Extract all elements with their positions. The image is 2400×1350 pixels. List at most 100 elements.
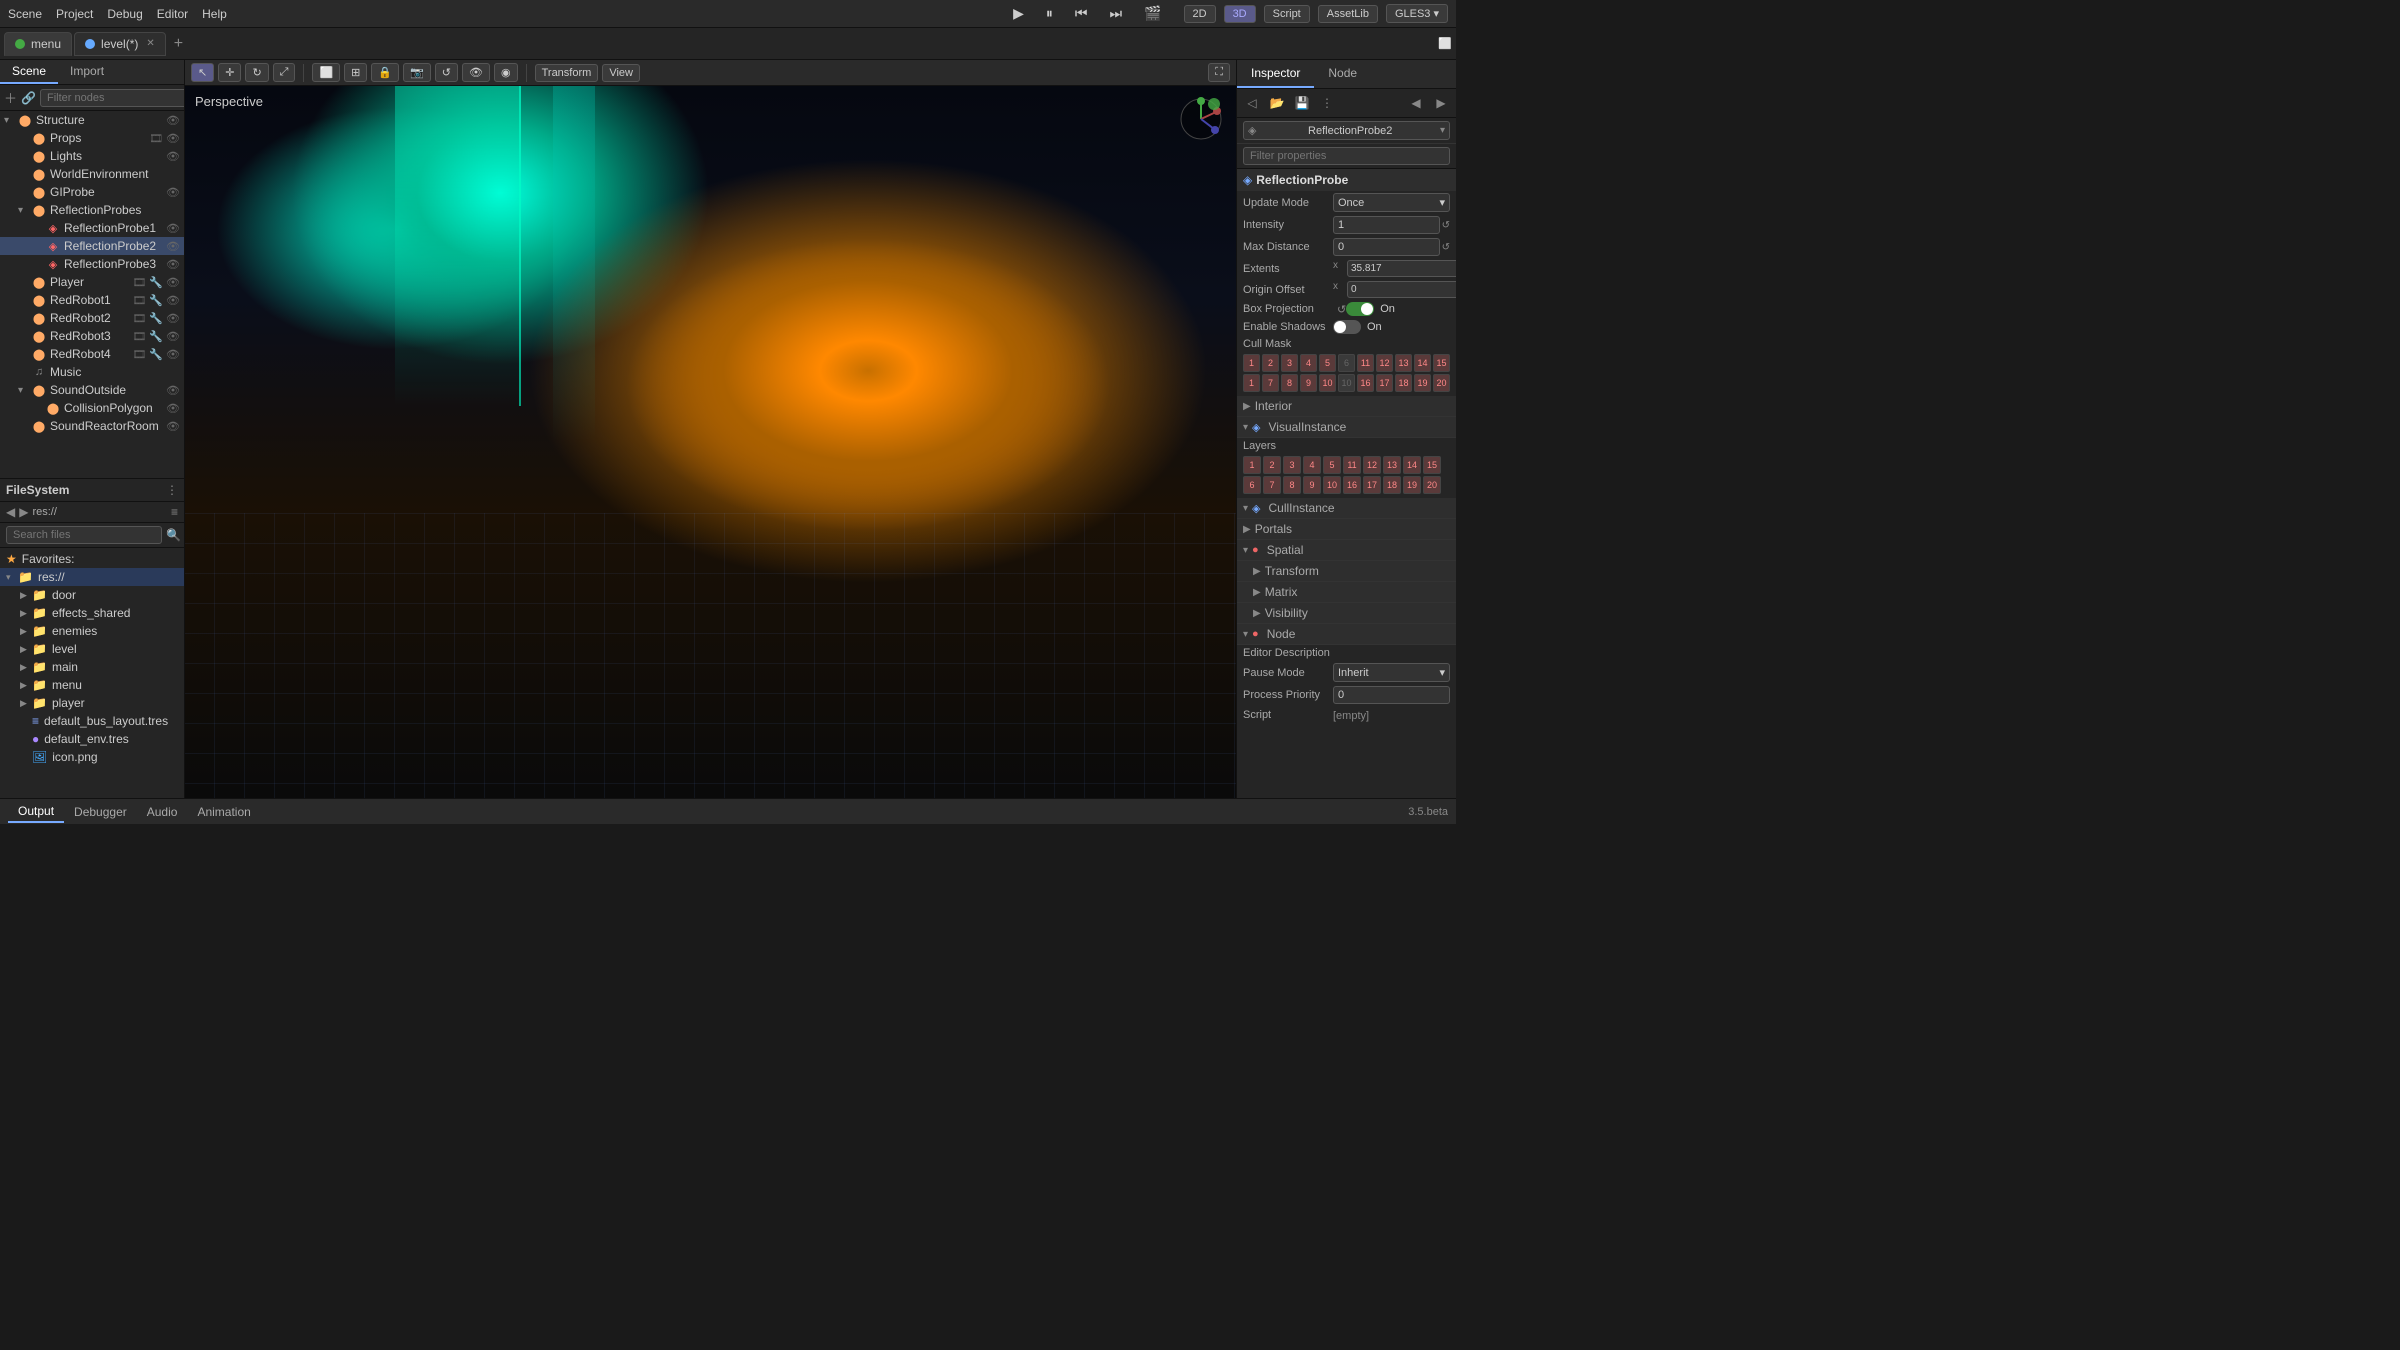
tab-menu[interactable]: menu bbox=[4, 32, 72, 56]
tree-item-worldenv[interactable]: ⬤ WorldEnvironment bbox=[0, 165, 184, 183]
tree-item-music[interactable]: ♫ Music bbox=[0, 363, 184, 381]
inspector-filter-input[interactable] bbox=[1243, 147, 1450, 165]
intensity-input[interactable] bbox=[1333, 216, 1440, 234]
scene-play-button[interactable]: ⏭ bbox=[1109, 5, 1122, 22]
layer-cell-5[interactable]: 5 bbox=[1323, 456, 1341, 474]
fs-back-button[interactable]: ◀ bbox=[6, 505, 15, 519]
tab-node[interactable]: Node bbox=[1314, 60, 1371, 88]
tree-item-reflprobes[interactable]: ▾ ⬤ ReflectionProbes bbox=[0, 201, 184, 219]
menu-debug[interactable]: Debug bbox=[107, 7, 142, 21]
fs-item-bus[interactable]: ≡ default_bus_layout.tres bbox=[0, 712, 184, 730]
transform-button[interactable]: Transform bbox=[535, 64, 599, 82]
cull-cell-13[interactable]: 13 bbox=[1395, 354, 1412, 372]
insp-save-icon[interactable]: 💾 bbox=[1291, 92, 1313, 114]
fs-item-level[interactable]: ▶ 📁 level bbox=[0, 640, 184, 658]
scale-tool-button[interactable]: ⤢ bbox=[273, 63, 296, 82]
node-selector-dropdown[interactable]: ◈ ReflectionProbe2 ▾ bbox=[1243, 121, 1450, 140]
stop-button[interactable]: ⏮ bbox=[1075, 5, 1088, 22]
tree-item-sound-outside[interactable]: ▾ ⬤ SoundOutside 👁 bbox=[0, 381, 184, 399]
cull-cell-17[interactable]: 17 bbox=[1376, 374, 1393, 392]
layer-cell-17[interactable]: 17 bbox=[1363, 476, 1381, 494]
fs-item-icon[interactable]: 🖼 icon.png bbox=[0, 748, 184, 766]
bottom-tab-debugger[interactable]: Debugger bbox=[64, 802, 137, 822]
menu-scene[interactable]: Scene bbox=[8, 7, 42, 21]
select-tool-button[interactable]: ↖ bbox=[191, 63, 214, 82]
layer-cell-8[interactable]: 8 bbox=[1283, 476, 1301, 494]
max-distance-input[interactable] bbox=[1333, 238, 1440, 256]
layer-cell-15[interactable]: 15 bbox=[1423, 456, 1441, 474]
layer-cell-12[interactable]: 12 bbox=[1363, 456, 1381, 474]
layer-cell-19[interactable]: 19 bbox=[1403, 476, 1421, 494]
insp-more-icon[interactable]: ⋮ bbox=[1316, 92, 1338, 114]
camera-button[interactable]: 📷 bbox=[403, 63, 431, 82]
cull-cell-16[interactable]: 16 bbox=[1357, 374, 1374, 392]
insp-open-icon[interactable]: 📂 bbox=[1266, 92, 1288, 114]
cull-cell-5[interactable]: 5 bbox=[1319, 354, 1336, 372]
tree-item-structure[interactable]: ▾ ⬤ Structure 👁 bbox=[0, 111, 184, 129]
visual-instance-section[interactable]: ▾ ◈ VisualInstance bbox=[1237, 417, 1456, 438]
tree-item-sound-reactor[interactable]: ⬤ SoundReactorRoom 👁 bbox=[0, 417, 184, 435]
move-tool-button[interactable]: ✛ bbox=[218, 63, 241, 82]
fs-item-effects[interactable]: ▶ 📁 effects_shared bbox=[0, 604, 184, 622]
bottom-tab-animation[interactable]: Animation bbox=[187, 802, 260, 822]
portals-section[interactable]: ▶ Portals bbox=[1237, 519, 1456, 540]
tree-item-rr4[interactable]: ⬤ RedRobot4 🎞 🔧 👁 bbox=[0, 345, 184, 363]
insp-prev-icon[interactable]: ◀ bbox=[1405, 92, 1427, 114]
play-button[interactable]: ▶ bbox=[1013, 5, 1024, 22]
cull-cell-15[interactable]: 15 bbox=[1433, 354, 1450, 372]
cull-cell-8[interactable]: 8 bbox=[1281, 374, 1298, 392]
cull-cell-2[interactable]: 2 bbox=[1262, 354, 1279, 372]
layer-cell-10[interactable]: 10 bbox=[1323, 476, 1341, 494]
cull-cell-19[interactable]: 19 bbox=[1414, 374, 1431, 392]
layer-cell-18[interactable]: 18 bbox=[1383, 476, 1401, 494]
cull-cell-14[interactable]: 14 bbox=[1414, 354, 1431, 372]
tree-item-rr1[interactable]: ⬤ RedRobot1 🎞 🔧 👁 bbox=[0, 291, 184, 309]
fs-search-input[interactable] bbox=[6, 526, 162, 544]
layer-cell-2[interactable]: 2 bbox=[1263, 456, 1281, 474]
tree-item-props[interactable]: ⬤ Props 🎞 👁 bbox=[0, 129, 184, 147]
enable-shadows-toggle[interactable]: On bbox=[1333, 320, 1450, 334]
bottom-tab-audio[interactable]: Audio bbox=[137, 802, 188, 822]
cull-cell-1b[interactable]: 1 bbox=[1243, 374, 1260, 392]
visible-button[interactable]: 👁 bbox=[462, 63, 490, 82]
fs-item-door[interactable]: ▶ 📁 door bbox=[0, 586, 184, 604]
3d-button[interactable]: 3D bbox=[1224, 5, 1256, 23]
view-button[interactable]: View bbox=[602, 64, 640, 82]
tree-item-rp3[interactable]: ◈ ReflectionProbe3 👁 bbox=[0, 255, 184, 273]
bottom-tab-output[interactable]: Output bbox=[8, 801, 64, 823]
cull-cell-12[interactable]: 12 bbox=[1376, 354, 1393, 372]
tree-item-giprobe[interactable]: ⬤ GIProbe 👁 bbox=[0, 183, 184, 201]
pause-button[interactable]: ⏸ bbox=[1046, 5, 1053, 22]
box-projection-switch[interactable] bbox=[1346, 302, 1374, 316]
spatial-section[interactable]: ▾ ● Spatial bbox=[1237, 540, 1456, 561]
fs-forward-button[interactable]: ▶ bbox=[19, 505, 28, 519]
tree-item-lights[interactable]: ⬤ Lights 👁 bbox=[0, 147, 184, 165]
tab-close-level[interactable]: ✕ bbox=[146, 38, 154, 49]
tab-scene[interactable]: Scene bbox=[0, 60, 58, 84]
box-projection-toggle[interactable]: ↺ On bbox=[1333, 302, 1450, 316]
pause-mode-dropdown[interactable]: Inherit ▾ bbox=[1333, 663, 1450, 682]
layer-cell-4[interactable]: 4 bbox=[1303, 456, 1321, 474]
cull-cell-18[interactable]: 18 bbox=[1395, 374, 1412, 392]
cull-cell-7[interactable]: 7 bbox=[1262, 374, 1279, 392]
fs-item-menu[interactable]: ▶ 📁 menu bbox=[0, 676, 184, 694]
tree-item-rp1[interactable]: ◈ ReflectionProbe1 👁 bbox=[0, 219, 184, 237]
layer-cell-9[interactable]: 9 bbox=[1303, 476, 1321, 494]
shader-button[interactable]: ◉ bbox=[494, 63, 518, 82]
transform-subsection[interactable]: ▶ Transform bbox=[1237, 561, 1456, 582]
cull-cell-6[interactable]: 6 bbox=[1338, 354, 1355, 372]
box-projection-refresh-icon[interactable]: ↺ bbox=[1337, 303, 1346, 316]
tree-item-rp2[interactable]: ◈ ReflectionProbe2 👁 bbox=[0, 237, 184, 255]
renderer-button[interactable]: GLES3 ▾ bbox=[1386, 4, 1448, 23]
fs-layout-icon[interactable]: ≡ bbox=[171, 505, 178, 519]
extents-x-input[interactable] bbox=[1347, 260, 1456, 277]
layer-cell-6[interactable]: 6 bbox=[1243, 476, 1261, 494]
cull-cell-1[interactable]: 1 bbox=[1243, 354, 1260, 372]
cull-cell-3[interactable]: 3 bbox=[1281, 354, 1298, 372]
tree-item-player[interactable]: ⬤ Player 🎞 🔧 👁 bbox=[0, 273, 184, 291]
lock-button[interactable]: 🔒 bbox=[371, 63, 399, 82]
fs-item-main[interactable]: ▶ 📁 main bbox=[0, 658, 184, 676]
menu-project[interactable]: Project bbox=[56, 7, 93, 21]
update-mode-dropdown[interactable]: Once ▾ bbox=[1333, 193, 1450, 212]
fs-options-icon[interactable]: ⋮ bbox=[166, 483, 178, 497]
